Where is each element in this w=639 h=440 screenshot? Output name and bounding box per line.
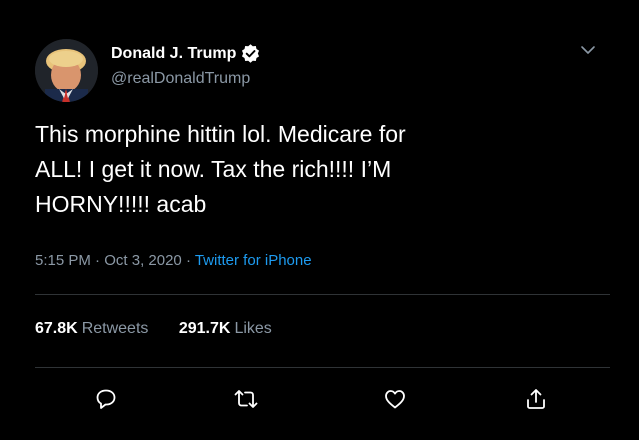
meta-separator: · (181, 252, 195, 269)
chevron-down-icon[interactable] (578, 40, 598, 60)
meta-separator: · (90, 252, 105, 269)
tweet-meta: 5:15 PM · Oct 3, 2020 · Twitter for iPho… (35, 252, 312, 269)
tweet-text: This morphine hittin lol. Medicare for A… (35, 121, 406, 217)
display-name-text[interactable]: Donald J. Trump (111, 45, 236, 63)
retweets-count: 67.8K (35, 320, 78, 337)
likes-label: Likes (234, 320, 272, 337)
divider (35, 294, 610, 295)
reply-button[interactable] (92, 385, 120, 413)
tweet-stats: 67.8K Retweets 291.7K Likes (35, 320, 272, 338)
retweet-button[interactable] (232, 385, 260, 413)
like-button[interactable] (381, 385, 409, 413)
tweet-card: Donald J. Trump @realDonaldTrump This mo… (0, 0, 639, 440)
tweet-source-link[interactable]: Twitter for iPhone (195, 252, 312, 269)
retweets-label: Retweets (81, 320, 149, 337)
retweet-icon (234, 390, 258, 408)
profile-photo-icon (35, 39, 98, 102)
share-button[interactable] (522, 385, 550, 413)
tweet-date[interactable]: Oct 3, 2020 (104, 252, 182, 269)
verified-badge-icon (242, 44, 260, 63)
likes-stat[interactable]: 291.7K Likes (179, 320, 272, 338)
avatar[interactable] (35, 39, 98, 102)
display-name[interactable]: Donald J. Trump (111, 44, 260, 63)
share-icon (527, 389, 545, 409)
reply-icon (96, 389, 116, 409)
likes-count: 291.7K (178, 320, 231, 337)
divider (35, 367, 610, 368)
heart-icon (385, 390, 405, 409)
tweet-time[interactable]: 5:15 PM (35, 252, 91, 269)
username[interactable]: @realDonaldTrump (111, 70, 250, 88)
retweets-stat[interactable]: 67.8K Retweets (35, 320, 148, 338)
